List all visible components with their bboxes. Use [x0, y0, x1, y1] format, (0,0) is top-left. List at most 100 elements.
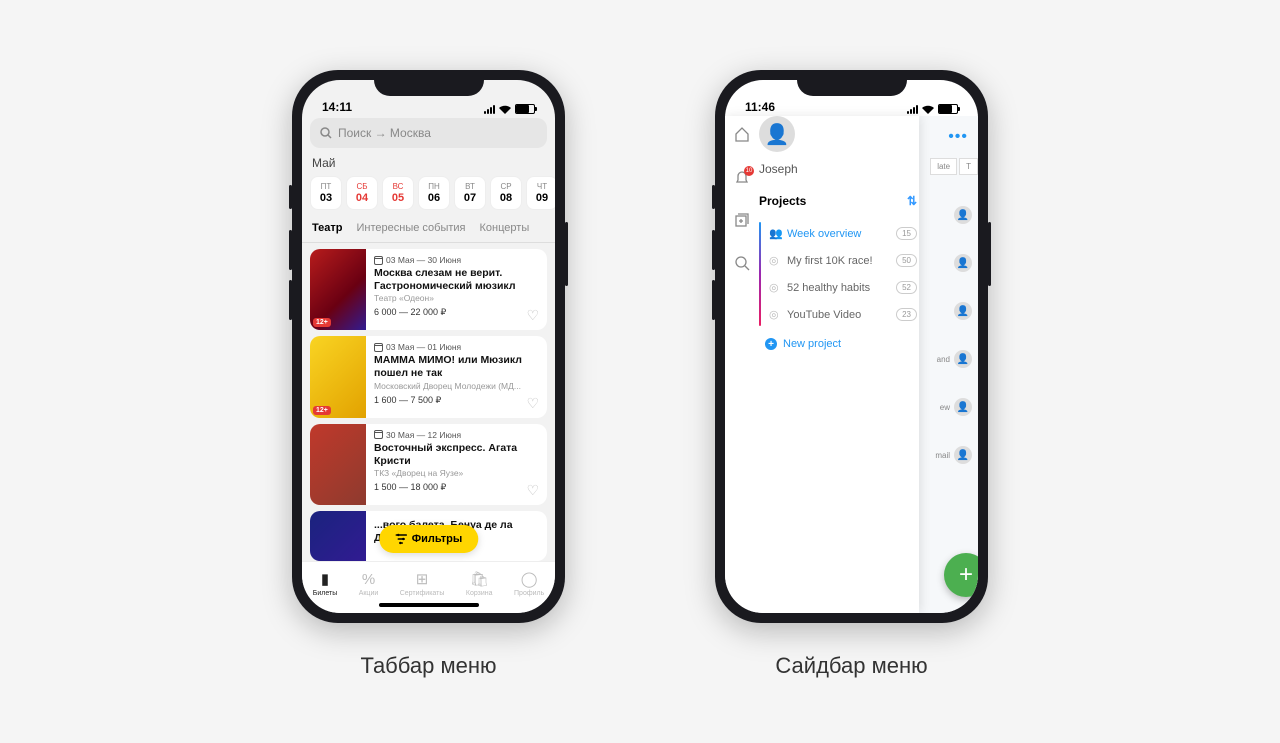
- phone-right-wrap: 11:46 10 👤 Joseph: [715, 70, 988, 679]
- search-placeholder: Поиск → Москва: [338, 126, 431, 140]
- wifi-icon: [922, 105, 934, 114]
- tabbar-icon: ▮: [321, 570, 329, 588]
- tabbar-icon: ◯: [521, 570, 538, 588]
- favorite-icon[interactable]: ♡: [526, 482, 539, 499]
- date-picker[interactable]: ПТ03СБ04ВС05ПН06ВТ07СР08ЧТ09ПТ10: [302, 176, 555, 218]
- bg-avatar: 👤: [954, 350, 972, 368]
- tabbar-icon: 🛍: [470, 570, 489, 588]
- tabbar-label: Сертификаты: [400, 590, 445, 597]
- event-date: 30 Мая — 12 Июня: [386, 430, 461, 440]
- bg-avatar: 👤: [954, 446, 972, 464]
- project-list: 👥Week overview15◎My first 10K race!50 ◎ 52…: [759, 220, 919, 328]
- project-name: YouTube Video: [787, 309, 861, 321]
- user-avatar[interactable]: 👤: [759, 116, 795, 152]
- project-item[interactable]: 👥Week overview15: [763, 220, 919, 247]
- phone-left-wrap: 14:11 Поиск → Москва Май ПТ03СБ04ВС05ПН0…: [292, 70, 565, 679]
- tabbar-icon: ⊞: [416, 570, 429, 588]
- search-icon[interactable]: [734, 255, 750, 276]
- event-venue: ТКЗ «Дворец на Яузе»: [374, 468, 539, 478]
- signal-icon: [484, 105, 495, 114]
- age-badge: 12+: [313, 318, 331, 327]
- phone-frame-right: 11:46 10 👤 Joseph: [715, 70, 988, 623]
- wifi-icon: [499, 105, 511, 114]
- bell-icon[interactable]: 10: [734, 169, 750, 190]
- event-date: 03 Мая — 01 Июня: [386, 342, 461, 352]
- project-icon: ◎: [769, 281, 781, 294]
- filters-button[interactable]: Фильтры: [379, 525, 478, 553]
- project-icon: ◎: [769, 308, 781, 321]
- event-card[interactable]: 12+ 03 Мая — 01 Июня МАММА МИМО! или Мюз…: [310, 336, 547, 417]
- project-item[interactable]: ◎ YouTube Video 23: [763, 301, 919, 328]
- user-name: Joseph: [759, 162, 919, 176]
- bg-list-row: 👤: [935, 302, 978, 320]
- category-tab[interactable]: Концерты: [480, 222, 530, 234]
- category-tabs: Театр Интересные события Концерты: [302, 218, 555, 243]
- home-indicator[interactable]: [379, 603, 479, 607]
- add-collection-icon[interactable]: [734, 212, 750, 233]
- tabbar-label: Акции: [359, 590, 379, 597]
- event-list[interactable]: 12+ 03 Мая — 30 Июня Москва слезам не ве…: [302, 243, 555, 561]
- event-card[interactable]: 12+ 03 Мая — 30 Июня Москва слезам не ве…: [310, 249, 547, 330]
- search-input[interactable]: Поиск → Москва: [310, 118, 547, 148]
- more-icon[interactable]: •••: [948, 128, 968, 146]
- bg-list-row: 👤: [935, 206, 978, 224]
- bell-badge: 10: [744, 166, 754, 176]
- fab-add-button[interactable]: +: [944, 553, 978, 597]
- bg-avatar: 👤: [954, 302, 972, 320]
- project-count: 23: [896, 308, 917, 321]
- project-item[interactable]: ◎52 healthy habits52: [763, 274, 919, 301]
- tabbar-item-акции[interactable]: % Акции: [359, 571, 379, 597]
- tabbar-item-билеты[interactable]: ▮ Билеты: [313, 570, 338, 597]
- calendar-icon: [374, 343, 383, 352]
- bg-tab[interactable]: T: [959, 158, 978, 175]
- projects-title: Projects: [759, 194, 806, 208]
- filter-icon: [395, 533, 407, 545]
- favorite-icon[interactable]: ♡: [526, 395, 539, 412]
- date-cell[interactable]: ПН06: [418, 176, 450, 210]
- sort-icon[interactable]: ⇅: [907, 194, 917, 208]
- background-app: ••• late T 👤👤👤and👤ew👤mail👤 +: [919, 116, 978, 613]
- caption-right: Сайдбар меню: [775, 653, 927, 679]
- project-name: Week overview: [787, 228, 861, 240]
- event-price: 1 600 — 7 500 ₽: [374, 395, 539, 406]
- status-time: 14:11: [322, 100, 352, 114]
- event-price: 6 000 — 22 000 ₽: [374, 307, 539, 318]
- bg-avatar: 👤: [954, 254, 972, 272]
- bg-list-row: 👤: [935, 254, 978, 272]
- plus-icon: +: [765, 338, 777, 350]
- screen-tabbar-app: 14:11 Поиск → Москва Май ПТ03СБ04ВС05ПН0…: [302, 80, 555, 613]
- bg-list-row: ew👤: [935, 398, 978, 416]
- category-tab[interactable]: Театр: [312, 222, 343, 234]
- event-venue: Московский Дворец Молодежи (МД...: [374, 381, 539, 391]
- month-label: Май: [302, 148, 555, 176]
- bg-list-row: mail👤: [935, 446, 978, 464]
- date-cell[interactable]: ПТ03: [310, 176, 342, 210]
- calendar-icon: [374, 256, 383, 265]
- project-count: 52: [896, 281, 917, 294]
- tabbar-icon: %: [362, 571, 375, 588]
- screen-sidebar-app: 11:46 10 👤 Joseph: [725, 80, 978, 613]
- date-cell[interactable]: ВТ07: [454, 176, 486, 210]
- event-venue: Театр «Одеон»: [374, 293, 539, 303]
- category-tab[interactable]: Интересные события: [357, 222, 466, 234]
- favorite-icon[interactable]: ♡: [526, 307, 539, 324]
- battery-icon: [938, 104, 958, 114]
- event-card[interactable]: 30 Мая — 12 Июня Восточный экспресс. Ага…: [310, 424, 547, 505]
- date-cell[interactable]: ЧТ09: [526, 176, 555, 210]
- tabbar-item-корзина[interactable]: 🛍 Корзина: [466, 570, 493, 597]
- tabbar-label: Корзина: [466, 590, 493, 597]
- tabbar-item-профиль[interactable]: ◯Профиль: [514, 570, 544, 597]
- event-title: Москва слезам не верит. Гастрономический…: [374, 267, 539, 292]
- tabbar-item-сертификаты[interactable]: ⊞ Сертификаты: [400, 570, 445, 597]
- tabbar-label: Билеты: [313, 590, 338, 597]
- projects-header: Projects ⇅: [759, 194, 919, 208]
- date-cell[interactable]: ВС05: [382, 176, 414, 210]
- phone-frame-left: 14:11 Поиск → Москва Май ПТ03СБ04ВС05ПН0…: [292, 70, 565, 623]
- project-item[interactable]: ◎My first 10K race!50: [763, 247, 919, 274]
- date-cell[interactable]: СБ04: [346, 176, 378, 210]
- bg-tab[interactable]: late: [930, 158, 957, 175]
- home-icon[interactable]: [734, 126, 750, 147]
- caption-left: Таббар меню: [361, 653, 497, 679]
- new-project-button[interactable]: + New project: [759, 328, 919, 357]
- date-cell[interactable]: СР08: [490, 176, 522, 210]
